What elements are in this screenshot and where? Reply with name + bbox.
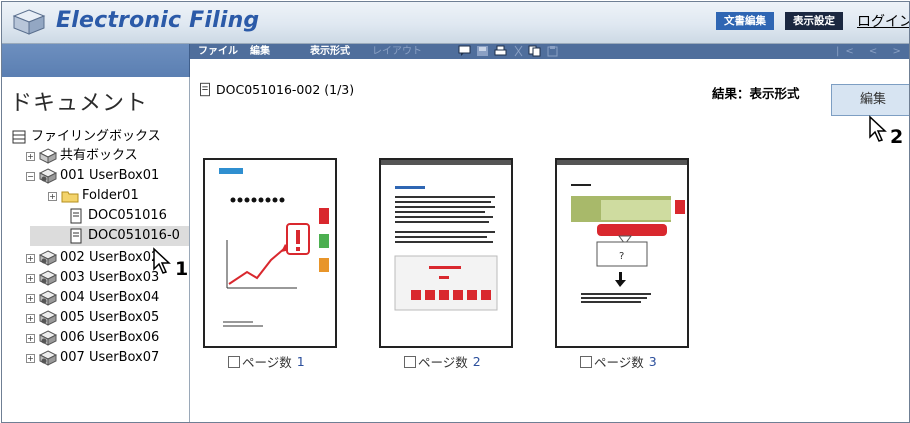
tree-item-userbox04[interactable]: + 004 UserBox04 xyxy=(26,288,159,308)
page-checkbox-1[interactable] xyxy=(228,355,240,368)
page-thumbnail-2[interactable] xyxy=(379,158,513,348)
page-2-preview xyxy=(381,160,511,311)
document-icon xyxy=(70,228,82,244)
userbox-icon xyxy=(39,250,57,266)
document-title: DOC051016-002 (1/3) xyxy=(197,82,354,97)
menu-view-mode[interactable]: 表示形式 xyxy=(310,44,350,59)
page-caption-1: ページ数 1 xyxy=(228,352,305,371)
tree-item-label: 003 UserBox03 xyxy=(60,270,160,285)
title-bar: Electronic Filing 文書編集 表示設定 ログイン xyxy=(2,2,909,44)
page-checkbox-3[interactable] xyxy=(580,355,592,368)
menu-strip: ファイル 編集 表示形式 レイアウト |< < > >| xyxy=(190,44,909,72)
tree-item-userbox07[interactable]: + 007 UserBox07 xyxy=(26,348,159,368)
copy-icon[interactable] xyxy=(528,45,541,57)
page-1-preview xyxy=(219,168,329,327)
page-number: 1 xyxy=(296,354,305,369)
tree-item-label: 005 UserBox05 xyxy=(60,310,160,325)
tree-item-label: 006 UserBox06 xyxy=(60,330,160,345)
expand-toggle[interactable]: + xyxy=(26,293,35,303)
app-window: Electronic Filing 文書編集 表示設定 ログイン ファイル 編集… xyxy=(1,1,910,423)
expand-toggle[interactable]: + xyxy=(26,151,35,161)
menu-layout[interactable]: レイアウト xyxy=(372,44,422,59)
folder-icon xyxy=(61,191,79,203)
tree-item-userbox05[interactable]: + 005 UserBox05 xyxy=(26,308,159,328)
userbox-icon xyxy=(39,350,57,366)
app-title: Electronic Filing xyxy=(56,8,260,33)
tree-item-label: 002 UserBox02 xyxy=(60,250,160,265)
step-1-label: 1 xyxy=(175,258,189,280)
tree-item-userbox03[interactable]: + 003 UserBox03 xyxy=(26,268,159,288)
result-label: 結果：表示形式 xyxy=(712,86,800,101)
sidebar-heading: ドキュメント xyxy=(10,91,149,116)
menubar-sidebar-area xyxy=(2,44,190,77)
expand-toggle[interactable]: + xyxy=(26,253,35,263)
collapse-toggle[interactable]: − xyxy=(26,171,35,181)
edit-button[interactable]: 編集 xyxy=(831,84,909,116)
tree-item-label: 007 UserBox07 xyxy=(60,350,160,365)
tree-item-label: 共有ボックス xyxy=(60,148,138,163)
box-logo-icon xyxy=(12,9,46,35)
page-thumbnail-1[interactable] xyxy=(203,158,337,348)
cursor-arrow-icon xyxy=(153,247,171,274)
document-title-text: DOC051016-002 (1/3) xyxy=(216,82,355,97)
step-2-label: 2 xyxy=(890,126,904,148)
print-icon[interactable] xyxy=(494,45,507,57)
shared-box-icon xyxy=(39,148,57,164)
page-caption-label: ページ数 xyxy=(594,355,644,370)
document-edit-button[interactable]: 文書編集 xyxy=(716,12,774,30)
document-icon xyxy=(70,208,82,224)
tree-item-label: DOC051016-0 xyxy=(88,228,180,243)
document-icon xyxy=(200,82,210,97)
tree-item-doc051016[interactable]: DOC051016 xyxy=(67,206,167,226)
tree-root-label: ファイリングボックス xyxy=(31,129,161,144)
save-icon[interactable] xyxy=(476,45,489,57)
tree-item-label: DOC051016 xyxy=(88,208,167,223)
filing-box-icon xyxy=(12,130,26,144)
expand-toggle[interactable]: + xyxy=(48,191,57,201)
tree-item-folder01[interactable]: + Folder01 xyxy=(48,186,139,206)
expand-toggle[interactable]: + xyxy=(26,353,35,363)
tree-item-doc051016-002[interactable]: DOC051016-0 xyxy=(30,226,189,246)
menu-bar: ファイル 編集 表示形式 レイアウト |< < > >| xyxy=(2,44,909,77)
svg-text:?: ? xyxy=(619,251,624,262)
userbox-icon xyxy=(39,310,57,326)
document-view: DOC051016-002 (1/3) 結果：表示形式 編集 ? ページ数 1 … xyxy=(191,77,909,422)
cursor-arrow-icon xyxy=(869,115,887,142)
userbox-icon xyxy=(39,270,57,286)
tree-item-label: 004 UserBox04 xyxy=(60,290,160,305)
menu-file[interactable]: ファイル xyxy=(198,44,238,59)
tree-item-shared-box[interactable]: + 共有ボックス xyxy=(26,146,138,166)
expand-toggle[interactable]: + xyxy=(26,333,35,343)
display-settings-button[interactable]: 表示設定 xyxy=(785,12,843,30)
page-number: 3 xyxy=(648,354,657,369)
page-thumbnail-3[interactable]: ? xyxy=(555,158,689,348)
tree-item-label: Folder01 xyxy=(82,188,139,203)
cut-icon[interactable] xyxy=(512,45,525,57)
expand-toggle[interactable]: + xyxy=(26,273,35,283)
tree-item-label: 001 UserBox01 xyxy=(60,168,160,183)
page-caption-label: ページ数 xyxy=(418,355,468,370)
expand-toggle[interactable]: + xyxy=(26,313,35,323)
comment-icon[interactable] xyxy=(458,45,471,57)
page-caption-3: ページ数 3 xyxy=(580,352,657,371)
tree-item-userbox06[interactable]: + 006 UserBox06 xyxy=(26,328,159,348)
page-navigation-arrows[interactable]: |< < > >| xyxy=(836,44,909,72)
page-caption-2: ページ数 2 xyxy=(404,352,481,371)
page-caption-label: ページ数 xyxy=(242,355,292,370)
page-checkbox-2[interactable] xyxy=(404,355,416,368)
tree-root-filing-box[interactable]: ファイリングボックス xyxy=(10,127,161,147)
paste-icon[interactable] xyxy=(546,45,559,57)
menu-edit[interactable]: 編集 xyxy=(250,44,270,59)
tree-item-userbox01[interactable]: − 001 UserBox01 xyxy=(26,166,159,186)
tree-item-userbox02[interactable]: + 002 UserBox02 xyxy=(26,248,159,268)
userbox-icon xyxy=(39,168,57,184)
userbox-icon xyxy=(39,290,57,306)
menu-lower-area xyxy=(190,59,909,77)
page-number: 2 xyxy=(472,354,481,369)
login-link[interactable]: ログイン xyxy=(857,11,909,31)
page-3-preview: ? xyxy=(557,160,687,303)
userbox-icon xyxy=(39,330,57,346)
